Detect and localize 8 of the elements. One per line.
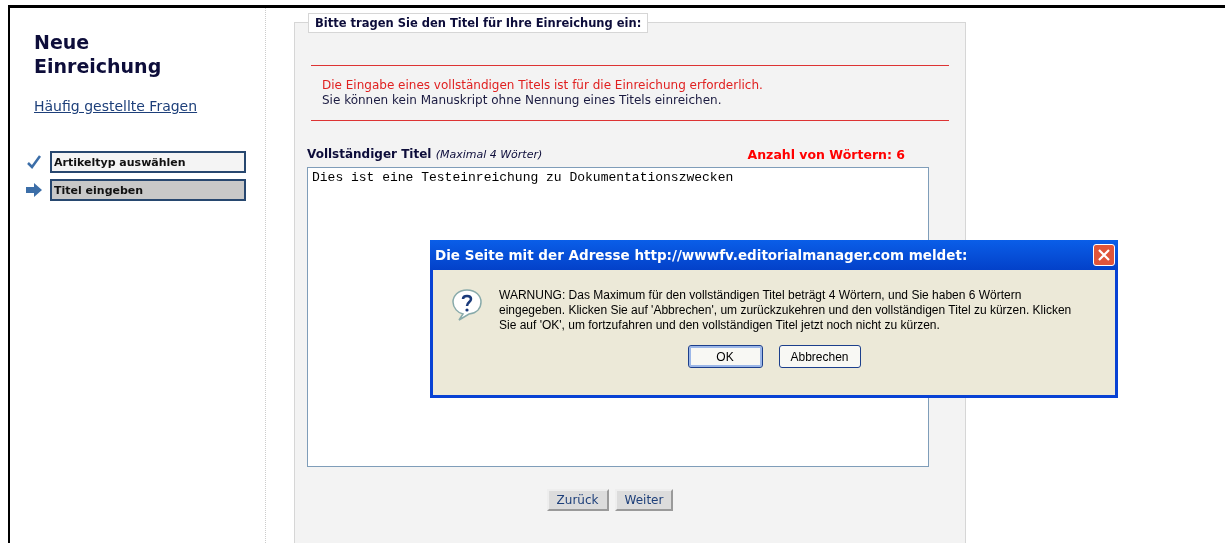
- field-label: Vollständiger Titel (Maximal 4 Wörter): [307, 147, 543, 162]
- info-text: Sie können kein Manuskript ohne Nennung eines Titels einreichen.: [322, 93, 723, 108]
- page-title: Neue Einreichung: [34, 30, 163, 78]
- word-count: Anzahl von Wörtern: 6: [747, 147, 905, 162]
- form-legend: Bitte tragen Sie den Titel für Ihre Einreichung ein:: [308, 13, 649, 33]
- dialog-title: Die Seite mit der Adresse http://wwwfv.editorialmanager.com meldet:: [435, 247, 968, 263]
- warning-message: WARNUNG: Das Maximum für den vollständigen Titel beträgt 4 Wörtern, und Sie haben 6 Wörtern eingegeben. Klicken Sie auf 'Abbrechen', um zurückzukehren und den vollständigen Titel zu kürzen. Klicken Sie auf 'OK', um fortzufahren und den vollständigen Titel jetzt noch nicht zu kürzen.: [499, 288, 1073, 333]
- error-text: Die Eingabe eines vollständigen Titels ist für die Einreichung erforderlich.: [322, 78, 764, 93]
